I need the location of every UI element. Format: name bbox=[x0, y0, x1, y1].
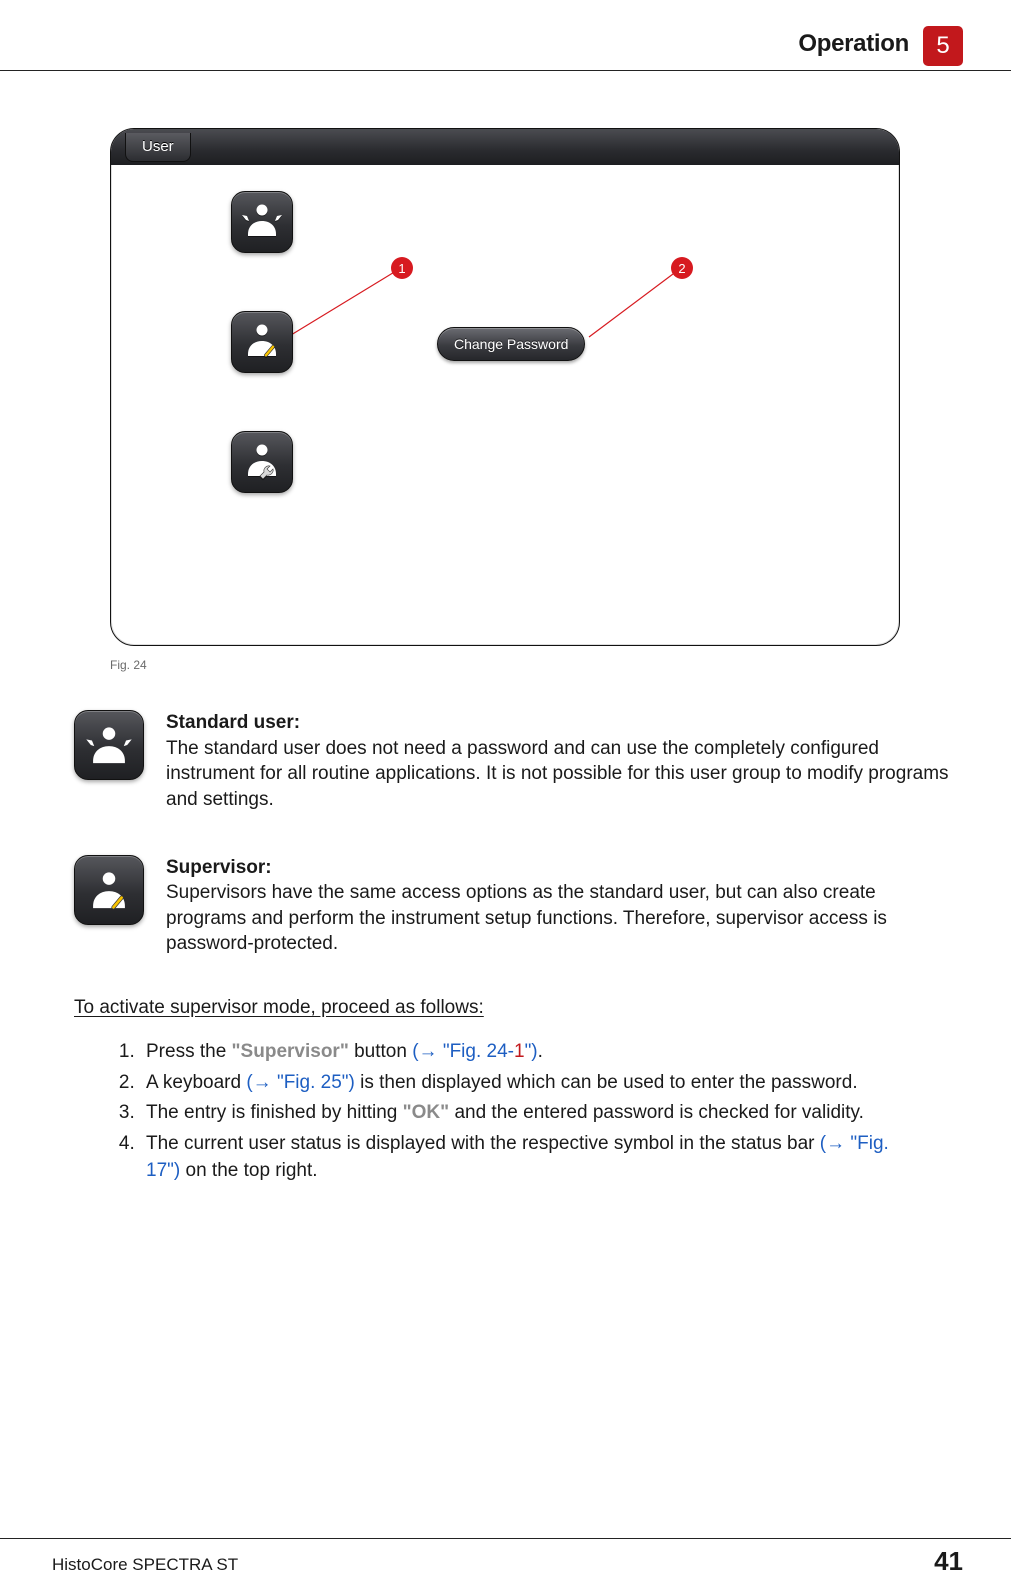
supervisor-body: Supervisors have the same access options… bbox=[166, 882, 887, 954]
supervisor-icon-large bbox=[74, 855, 144, 925]
step1-pre: Press the bbox=[146, 1041, 232, 1062]
step-3: The entry is finished by hitting "OK" an… bbox=[140, 1100, 923, 1127]
standard-user-button[interactable] bbox=[231, 191, 293, 253]
role-block-standard: Standard user: The standard user does no… bbox=[74, 710, 963, 813]
standard-user-icon-large bbox=[74, 710, 144, 780]
panel-tab-user[interactable]: User bbox=[125, 133, 191, 162]
panel-header: User bbox=[111, 129, 899, 165]
user-panel: User bbox=[110, 128, 900, 646]
step-4: The current user status is displayed wit… bbox=[140, 1131, 923, 1184]
standard-user-body: The standard user does not need a passwo… bbox=[166, 738, 949, 810]
callout-badge-1: 1 bbox=[391, 257, 413, 279]
instructions-heading: To activate supervisor mode, proceed as … bbox=[74, 997, 963, 1019]
step2-after: is then displayed which can be used to e… bbox=[355, 1072, 858, 1093]
role-block-supervisor: Supervisor: Supervisors have the same ac… bbox=[74, 855, 963, 958]
instructions-list: Press the "Supervisor" button (→ "Fig. 2… bbox=[140, 1039, 963, 1184]
standard-user-icon bbox=[240, 198, 284, 247]
step3-after: and the entered password is checked for … bbox=[449, 1102, 864, 1123]
fig24-link[interactable]: (→ "Fig. 24-1") bbox=[412, 1041, 537, 1062]
supervisor-button[interactable] bbox=[231, 311, 293, 373]
fig25-link[interactable]: (→ "Fig. 25") bbox=[246, 1072, 355, 1093]
change-password-button[interactable]: Change Password bbox=[437, 327, 585, 361]
service-user-icon bbox=[240, 438, 284, 487]
step-2: A keyboard (→ "Fig. 25") is then display… bbox=[140, 1070, 923, 1097]
footer-rule bbox=[0, 1538, 1011, 1539]
callout-badge-2: 2 bbox=[671, 257, 693, 279]
step1-after: . bbox=[538, 1041, 543, 1062]
step3-pre: The entry is finished by hitting bbox=[146, 1102, 403, 1123]
step4-pre: The current user status is displayed wit… bbox=[146, 1133, 820, 1154]
supervisor-title: Supervisor: bbox=[166, 857, 272, 878]
chapter-number-badge: 5 bbox=[923, 26, 963, 66]
step2-pre: A keyboard bbox=[146, 1072, 246, 1093]
standard-user-title: Standard user: bbox=[166, 712, 300, 733]
header-rule bbox=[0, 70, 1011, 71]
ok-label-ref: "OK" bbox=[403, 1102, 450, 1123]
callout-lines bbox=[111, 165, 899, 645]
page-number: 41 bbox=[934, 1546, 963, 1577]
supervisor-label-ref: "Supervisor" bbox=[232, 1041, 349, 1062]
step4-after: on the top right. bbox=[180, 1160, 317, 1181]
supervisor-icon bbox=[240, 318, 284, 367]
step1-mid: button bbox=[349, 1041, 412, 1062]
section-title: Operation bbox=[798, 26, 909, 58]
step-1: Press the "Supervisor" button (→ "Fig. 2… bbox=[140, 1039, 923, 1066]
service-user-button[interactable] bbox=[231, 431, 293, 493]
figure-caption: Fig. 24 bbox=[110, 658, 900, 672]
product-name: HistoCore SPECTRA ST bbox=[52, 1555, 238, 1575]
